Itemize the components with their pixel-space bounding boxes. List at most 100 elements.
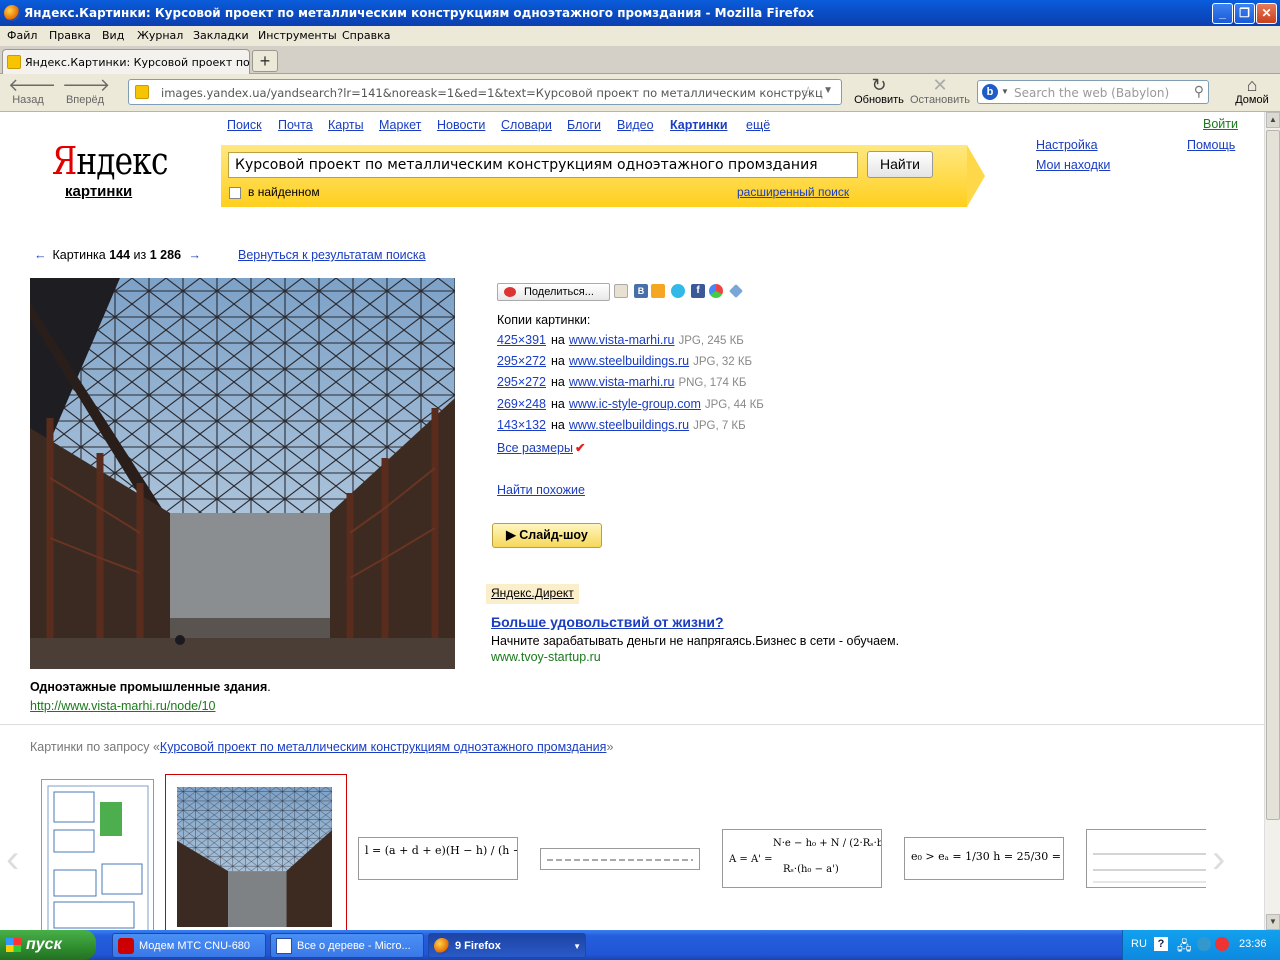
reload-button[interactable]: ↻ Обновить <box>850 76 908 106</box>
nav-maps[interactable]: Карты <box>328 118 364 132</box>
nav-blogs[interactable]: Блоги <box>567 118 601 132</box>
menu-help[interactable]: Справка <box>342 29 390 42</box>
related-query-link[interactable]: Курсовой проект по металлическим констру… <box>160 740 607 754</box>
close-button[interactable]: ✕ <box>1256 3 1277 24</box>
menu-view[interactable]: Вид <box>102 29 124 42</box>
vkontakte-icon[interactable]: B <box>634 284 648 298</box>
taskbar-item-modem[interactable]: Модем МТС CNU-680 <box>112 933 266 958</box>
next-image-arrow-icon[interactable]: → <box>189 248 202 262</box>
yandex-direct-label[interactable]: Яндекс.Директ <box>486 584 579 604</box>
nav-video[interactable]: Видео <box>617 118 654 132</box>
moikrug-icon[interactable] <box>709 284 723 298</box>
formula-thumbnail-3[interactable]: A = A' = N·e − h₀ + N / (2·Rₛ·b) Rₛ·(h₀ … <box>722 829 882 888</box>
formula-thumbnail-4[interactable]: e₀ > eₐ = 1/30 h = 25/30 = 0,83 см; <box>904 837 1064 880</box>
odnoklassniki-icon[interactable] <box>651 284 665 298</box>
stop-button[interactable]: ✕ Остановить <box>906 76 974 106</box>
image-counter: ← Картинка 144 из 1 286 → <box>34 248 202 262</box>
nav-news[interactable]: Новости <box>437 118 485 132</box>
copy-site-link[interactable]: www.steelbuildings.ru <box>569 354 689 368</box>
nav-dictionaries[interactable]: Словари <box>501 118 552 132</box>
livejournal-icon[interactable] <box>614 284 628 298</box>
copy-size-link[interactable]: 295×272 <box>497 354 546 368</box>
scroll-up-icon[interactable]: ▲ <box>1266 112 1280 128</box>
ad-title-link[interactable]: Больше удовольствий от жизни? <box>491 614 724 630</box>
search-form: Курсовой проект по металлическим констру… <box>221 145 985 207</box>
drawing-thumbnail[interactable] <box>1086 829 1206 888</box>
pencil-icon[interactable] <box>729 284 743 298</box>
scroll-down-icon[interactable]: ▼ <box>1266 914 1280 930</box>
main-image[interactable] <box>30 278 455 669</box>
maximize-button[interactable]: ❐ <box>1234 3 1255 24</box>
nav-mail[interactable]: Почта <box>278 118 313 132</box>
formula-thumbnail-1[interactable]: l = (a + d + e)(H − h) / (h + h) + c <box>358 837 518 880</box>
menu-history[interactable]: Журнал <box>137 29 183 42</box>
babylon-icon[interactable]: b <box>982 84 998 100</box>
facebook-icon[interactable]: f <box>691 284 705 298</box>
share-button[interactable]: Поделиться... <box>497 283 610 301</box>
menu-tools[interactable]: Инструменты <box>258 29 337 42</box>
copy-size-link[interactable]: 143×132 <box>497 418 546 432</box>
forward-button[interactable]: 🡒 Вперёд <box>62 76 110 106</box>
nav-images[interactable]: Картинки <box>670 118 728 132</box>
in-found-label: в найденном <box>248 185 320 199</box>
opera-tray-icon[interactable] <box>1215 937 1229 951</box>
image-source-link[interactable]: http://www.vista-marhi.ru/node/10 <box>30 699 216 713</box>
bookmark-star-icon[interactable]: ☆ <box>802 83 815 101</box>
copy-size-link[interactable]: 269×248 <box>497 397 546 411</box>
search-button[interactable]: Найти <box>867 151 933 178</box>
strip-left-arrow-icon[interactable]: ‹ <box>6 837 19 882</box>
back-button[interactable]: 🡐 Назад <box>8 76 56 106</box>
network-icon[interactable]: 🖧 <box>1177 937 1192 959</box>
scroll-thumb[interactable] <box>1266 130 1280 820</box>
copy-size-link[interactable]: 425×391 <box>497 333 546 347</box>
page-content: Поиск Почта Карты Маркет Новости Словари… <box>0 113 1264 930</box>
taskbar-item-firefox[interactable]: 9 Firefox ▼ <box>428 933 586 958</box>
logo-subtitle[interactable]: картинки <box>65 183 132 200</box>
menu-file[interactable]: Файл <box>7 29 37 42</box>
web-search-box[interactable]: b ▼ Search the web (Babylon) ⚲ <box>977 80 1209 104</box>
language-indicator[interactable]: RU <box>1131 938 1147 950</box>
url-bar[interactable]: images.yandex.ua/yandsearch?lr=141&norea… <box>128 79 842 105</box>
home-button[interactable]: ⌂ Домой <box>1232 76 1272 106</box>
back-to-results-link[interactable]: Вернуться к результатам поиска <box>238 248 426 262</box>
login-link[interactable]: Войти <box>1203 117 1238 131</box>
copy-site-link[interactable]: www.vista-marhi.ru <box>569 333 675 347</box>
advanced-search-link[interactable]: расширенный поиск <box>737 185 849 199</box>
search-engine-dropdown-icon[interactable]: ▼ <box>1001 87 1009 96</box>
twitter-icon[interactable] <box>671 284 685 298</box>
help-link[interactable]: Помощь <box>1187 138 1235 152</box>
menu-bookmarks[interactable]: Закладки <box>193 29 249 42</box>
minimize-button[interactable]: _ <box>1212 3 1233 24</box>
nav-market[interactable]: Маркет <box>379 118 421 132</box>
copy-site-link[interactable]: www.steelbuildings.ru <box>569 418 689 432</box>
vertical-scrollbar[interactable]: ▲ ▼ <box>1264 112 1280 930</box>
all-sizes-link[interactable]: Все размеры <box>497 441 573 455</box>
strip-right-arrow-icon[interactable]: › <box>1212 837 1225 882</box>
url-dropdown-icon[interactable]: ▼ <box>823 85 833 96</box>
nav-more[interactable]: ещё <box>746 118 770 132</box>
start-button[interactable]: пуск <box>0 930 96 960</box>
browser-tray-icon[interactable] <box>1197 937 1211 951</box>
ad-url[interactable]: www.tvoy-startup.ru <box>491 650 601 664</box>
new-tab-button[interactable]: + <box>252 50 278 72</box>
yandex-logo[interactable]: Яндекс <box>52 139 168 183</box>
find-similar-link[interactable]: Найти похожие <box>497 483 585 497</box>
settings-link[interactable]: Настройка <box>1036 138 1098 152</box>
prev-image-arrow-icon[interactable]: ← <box>34 248 47 262</box>
menu-edit[interactable]: Правка <box>49 29 91 42</box>
tab-yandex-images[interactable]: Яндекс.Картинки: Курсовой проект по ме..… <box>2 49 250 74</box>
taskbar-item-word[interactable]: Все о дереве - Micro... <box>270 933 424 958</box>
copy-size-link[interactable]: 295×272 <box>497 375 546 389</box>
copy-site-link[interactable]: www.ic-style-group.com <box>569 397 701 411</box>
thumbnail[interactable] <box>41 779 154 930</box>
help-tray-icon[interactable]: ? <box>1154 937 1168 951</box>
nav-search[interactable]: Поиск <box>227 118 262 132</box>
thumbnail-selected[interactable] <box>165 774 347 930</box>
in-found-checkbox[interactable] <box>229 187 241 199</box>
magnifier-icon[interactable]: ⚲ <box>1194 83 1204 100</box>
copy-site-link[interactable]: www.vista-marhi.ru <box>569 375 675 389</box>
slideshow-button[interactable]: ▶ Слайд-шоу <box>492 523 602 548</box>
my-finds-link[interactable]: Мои находки <box>1036 158 1110 172</box>
formula-thumbnail-2[interactable] <box>540 848 700 870</box>
search-input[interactable]: Курсовой проект по металлическим констру… <box>228 152 858 178</box>
